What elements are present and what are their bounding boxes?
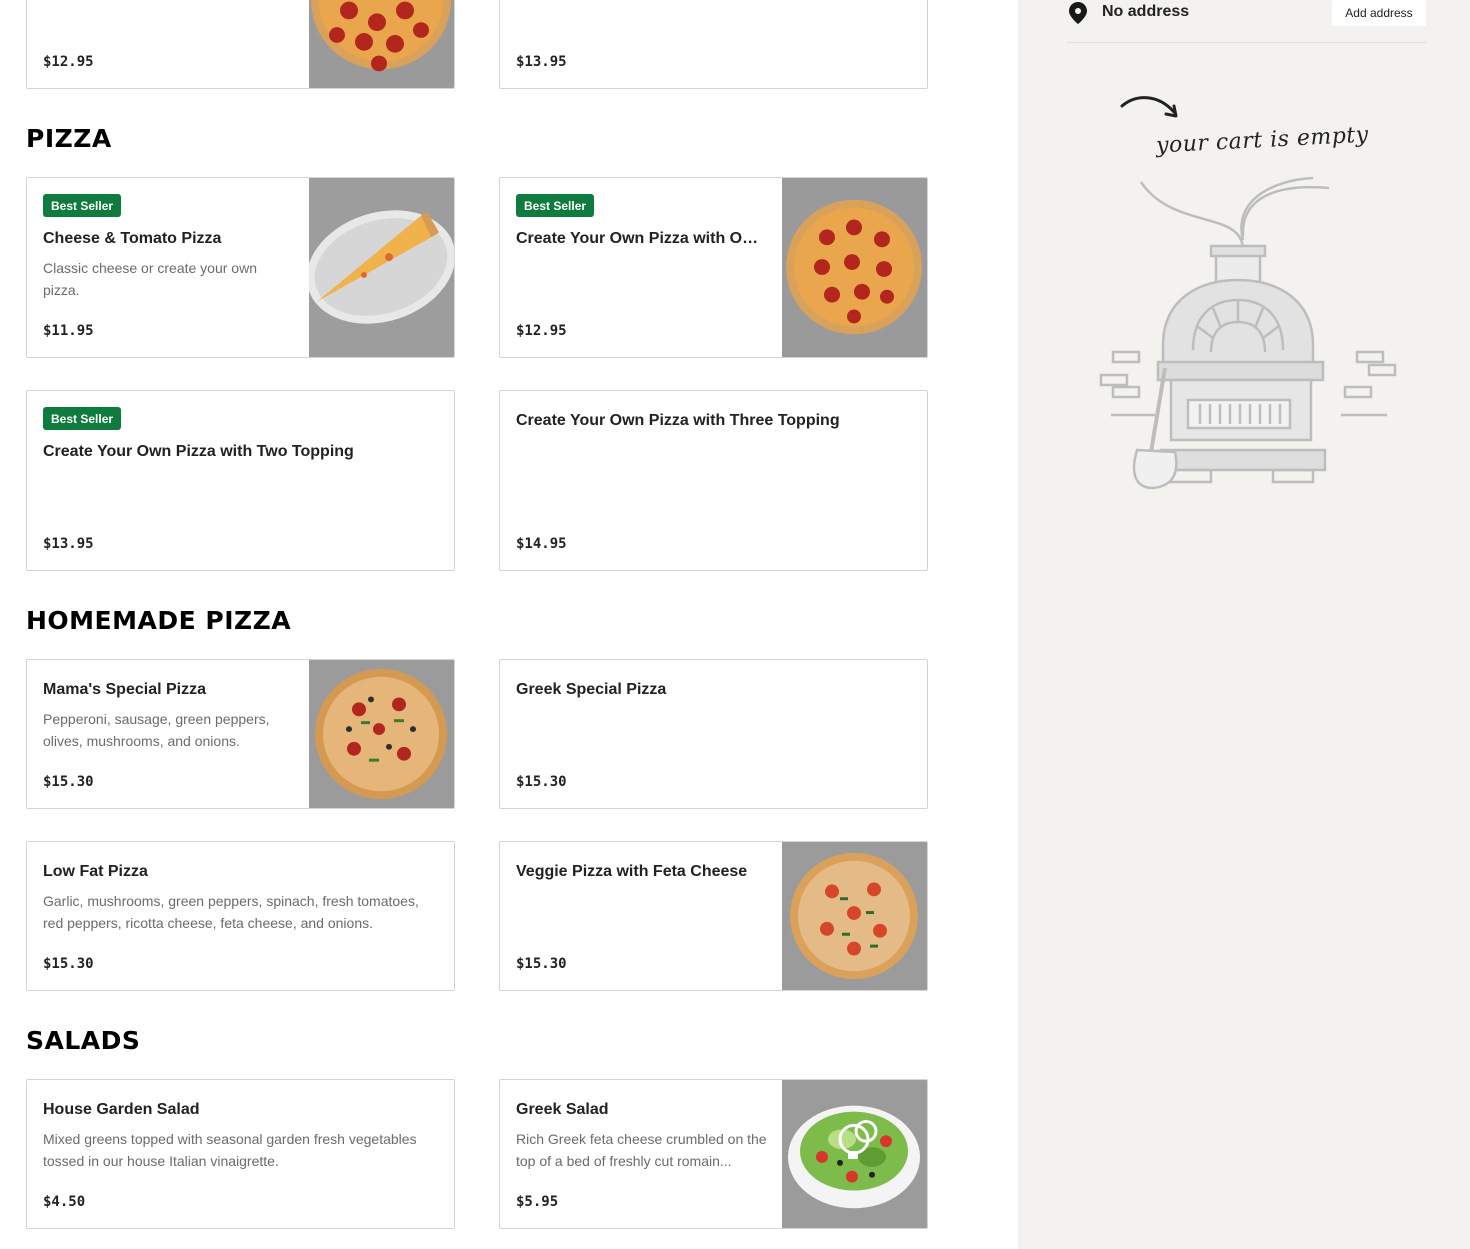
item-price: $12.95: [43, 54, 94, 70]
add-address-button[interactable]: Add address: [1332, 0, 1426, 26]
item-name: Greek Special Pizza: [516, 681, 667, 698]
menu-item-card[interactable]: Veggie Pizza with Feta Cheese $15.30: [499, 841, 928, 991]
pepperoni-pizza-photo: [309, 0, 454, 88]
menu-item-card[interactable]: Best Seller Cheese & Tomato Pizza Classi…: [26, 177, 455, 358]
item-price: $11.95: [43, 323, 94, 339]
address-text: No address: [1102, 3, 1190, 20]
menu-item-card[interactable]: Greek Special Pizza $15.30: [499, 659, 928, 809]
item-name: House Garden Salad: [43, 1101, 200, 1118]
location-pin-icon: [1069, 2, 1087, 24]
menu-item-card[interactable]: Create Your Own Pizza with Three Topping…: [499, 390, 928, 571]
item-price: $14.95: [516, 536, 567, 552]
salad-photo: [782, 1080, 927, 1228]
menu-item-card[interactable]: Best Seller Create Your Own Pizza with O…: [499, 177, 928, 358]
item-name: Greek Salad: [516, 1101, 609, 1118]
item-name: Create Your Own Pizza with One...: [516, 230, 767, 247]
item-price: $13.95: [516, 54, 567, 70]
item-description: Mixed greens topped with seasonal garden…: [43, 1131, 417, 1169]
item-price: $15.30: [516, 774, 567, 790]
best-seller-badge: Best Seller: [516, 194, 595, 217]
section-title-salads: SALADS: [26, 1026, 141, 1055]
item-name: Veggie Pizza with Feta Cheese: [516, 863, 748, 880]
best-seller-badge: Best Seller: [43, 194, 122, 217]
veggie-pizza-photo: [782, 842, 927, 990]
item-price: $12.95: [516, 323, 567, 339]
item-price: $5.95: [516, 1194, 559, 1210]
section-title-pizza: PIZZA: [26, 124, 112, 153]
item-price: $15.30: [43, 956, 94, 972]
menu-item-card[interactable]: Greek Salad Rich Greek feta cheese crumb…: [499, 1079, 928, 1229]
item-name: Create Your Own Pizza with Two Topping: [43, 443, 354, 460]
menu-item-card[interactable]: Mama's Special Pizza Pepperoni, sausage,…: [26, 659, 455, 809]
item-description: Pepperoni, sausage, green peppers, olive…: [43, 711, 270, 749]
item-price: $15.30: [516, 956, 567, 972]
pizza-oven-illustration: [1099, 176, 1397, 490]
address-row: No address Add address: [1066, 0, 1426, 43]
item-name: Mama's Special Pizza: [43, 681, 206, 698]
supreme-pizza-photo: [309, 660, 454, 808]
menu-item-card[interactable]: $12.95: [26, 0, 455, 89]
item-name: Cheese & Tomato Pizza: [43, 230, 222, 247]
section-title-homemade-pizza: HOMEMADE PIZZA: [26, 606, 292, 635]
pepperoni-pizza-photo: [782, 178, 927, 357]
menu-panel: $12.95 $13.95 PIZZA Best Seller Cheese &…: [0, 0, 1018, 1249]
item-name: Low Fat Pizza: [43, 863, 148, 880]
item-description: Garlic, mushrooms, green peppers, spinac…: [43, 893, 419, 931]
menu-item-card[interactable]: Best Seller Create Your Own Pizza with T…: [26, 390, 455, 571]
menu-item-card[interactable]: House Garden Salad Mixed greens topped w…: [26, 1079, 455, 1229]
pizza-slice-photo: [309, 178, 454, 357]
item-description: Rich Greek feta cheese crumbled on the t…: [516, 1131, 767, 1169]
item-description: Classic cheese or create your own pizza.: [43, 260, 257, 298]
item-price: $15.30: [43, 774, 94, 790]
cart-sidebar: No address Add address your cart is empt…: [1018, 0, 1470, 1249]
best-seller-badge: Best Seller: [43, 407, 122, 430]
item-price: $4.50: [43, 1194, 86, 1210]
menu-item-card[interactable]: Low Fat Pizza Garlic, mushrooms, green p…: [26, 841, 455, 991]
menu-item-card[interactable]: $13.95: [499, 0, 928, 89]
item-name: Create Your Own Pizza with Three Topping: [516, 412, 840, 429]
item-price: $13.95: [43, 536, 94, 552]
